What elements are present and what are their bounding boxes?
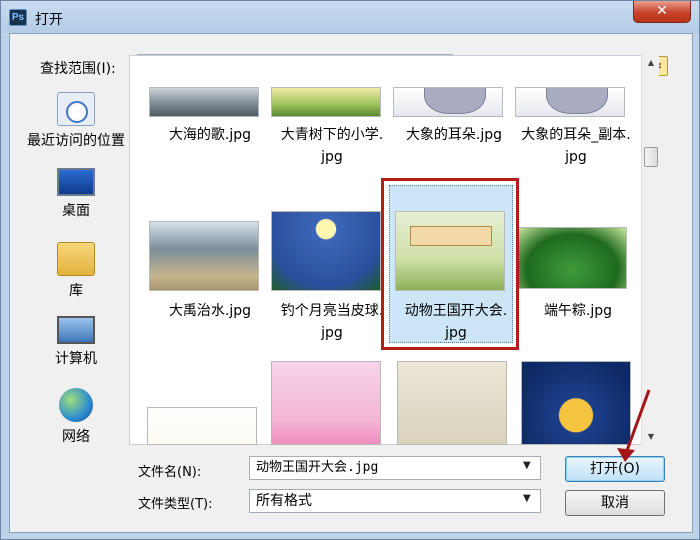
filetype-label: 文件类型(T): <box>138 497 213 512</box>
scroll-up-icon[interactable]: ▲ <box>642 55 660 71</box>
title-bar[interactable]: Ps 打开 ✕ <box>1 1 699 33</box>
thumbnail-image <box>147 407 257 445</box>
place-computer[interactable]: 计算机 <box>20 316 132 368</box>
place-network[interactable]: 网络 <box>20 388 132 446</box>
file-name: 大象的耳朵.jpg <box>405 127 503 143</box>
thumbnail-image <box>517 227 627 289</box>
computer-icon <box>57 316 95 344</box>
library-icon <box>57 242 95 276</box>
file-name-line2: jpg <box>321 149 343 165</box>
annotation-arrow-icon <box>617 389 651 462</box>
thumbnail-image <box>397 361 507 445</box>
file-name: 大禹治水.jpg <box>168 303 252 319</box>
thumbnail-image <box>271 361 381 445</box>
chevron-down-icon[interactable]: ▼ <box>523 460 531 471</box>
close-button[interactable]: ✕ <box>633 1 691 23</box>
network-icon <box>59 388 93 422</box>
file-name-line2: jpg <box>321 325 343 341</box>
place-label: 最近访问的位置 <box>27 133 125 149</box>
place-recent[interactable]: 最近访问的位置 <box>20 92 132 150</box>
file-name-line1: 大青树下的小学. <box>280 127 384 143</box>
thumbnail-image <box>393 87 503 117</box>
close-icon: ✕ <box>656 3 668 19</box>
thumbnail-image <box>149 87 259 117</box>
open-dialog: Ps 打开 ✕ 查找范围(I): 图片 ▼ ❮ ⬆ ✦ ☷▾ ✱ 最近访问的位置… <box>0 0 700 540</box>
thumbnail-image <box>271 87 381 117</box>
desktop-icon <box>57 168 95 196</box>
file-name-line1: 钓个月亮当皮球. <box>280 303 384 319</box>
lookin-label: 查找范围(I): <box>40 61 116 77</box>
window-title: 打开 <box>35 12 63 28</box>
thumbnail-image <box>271 211 381 291</box>
cancel-button[interactable]: 取消 <box>565 490 665 516</box>
filetype-select[interactable]: 所有格式 <box>249 489 541 513</box>
place-library[interactable]: 库 <box>20 242 132 300</box>
chevron-down-icon[interactable]: ▼ <box>523 493 531 504</box>
filename-label: 文件名(N): <box>138 465 202 480</box>
places-bar: 最近访问的位置 桌面 库 计算机 网络 <box>20 86 132 456</box>
file-name-line2: jpg <box>565 149 587 165</box>
thumbnail-image <box>149 221 259 291</box>
place-desktop[interactable]: 桌面 <box>20 168 132 220</box>
place-label: 桌面 <box>62 203 90 219</box>
file-name: 端午粽.jpg <box>543 303 613 319</box>
recent-places-icon <box>57 92 95 126</box>
scrollbar-thumb[interactable] <box>644 147 658 167</box>
selection-annotation-frame <box>381 178 519 350</box>
photoshop-app-icon: Ps <box>9 9 27 26</box>
place-label: 网络 <box>62 429 90 445</box>
place-label: 库 <box>69 283 83 299</box>
thumbnail-image <box>515 87 625 117</box>
file-name: 大海的歌.jpg <box>168 127 252 143</box>
filename-input[interactable]: 动物王国开大会.jpg <box>249 456 541 480</box>
place-label: 计算机 <box>55 351 97 367</box>
file-name-line1: 大象的耳朵_副本. <box>521 127 631 143</box>
